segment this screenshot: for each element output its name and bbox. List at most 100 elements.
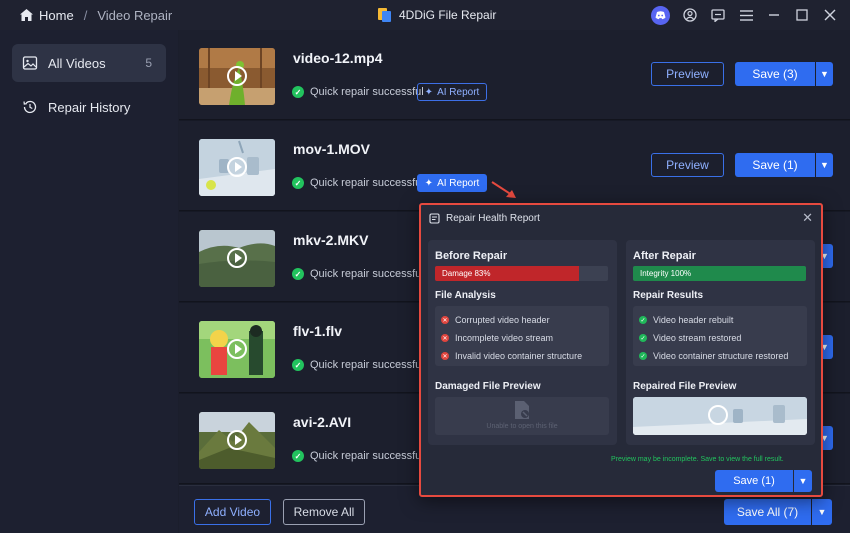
repair-health-report-dialog: Repair Health Report ✕ Before Repair Dam…	[419, 203, 823, 497]
save-all-dropdown-button[interactable]: ▼	[812, 499, 832, 525]
app-title-text: 4DDiG File Repair	[399, 8, 497, 22]
play-icon[interactable]	[227, 430, 247, 450]
repair-status-text: Quick repair successful	[310, 450, 424, 462]
list-item-text: Video stream restored	[653, 333, 742, 343]
damaged-file-preview: Unable to open this file	[435, 397, 609, 435]
callout-arrow-icon	[491, 181, 516, 198]
error-icon: ✕	[441, 334, 449, 342]
breadcrumb-separator: /	[83, 7, 88, 23]
repair-status: ✓ Quick repair successful	[292, 450, 424, 462]
add-video-button[interactable]: Add Video	[194, 499, 271, 525]
section-title: File Analysis	[435, 290, 496, 301]
preview-note: Preview may be incomplete. Save to view …	[611, 456, 784, 463]
history-icon	[23, 100, 37, 114]
repair-status: ✓ Quick repair successful	[292, 86, 424, 98]
minimize-icon[interactable]	[766, 7, 782, 23]
dialog-title: Repair Health Report	[446, 213, 540, 224]
list-item: ✓ Video stream restored	[639, 329, 807, 347]
video-thumbnail[interactable]	[199, 230, 275, 287]
app-title: 4DDiG File Repair	[377, 0, 496, 30]
breadcrumb: Home / Video Repair	[0, 8, 172, 23]
video-thumbnail[interactable]	[199, 139, 275, 196]
video-count-badge: 5	[145, 56, 152, 70]
save-dropdown-button[interactable]: ▼	[816, 62, 833, 86]
section-title: Repaired File Preview	[633, 381, 737, 392]
list-item-text: Video header rebuilt	[653, 315, 734, 325]
ai-report-button[interactable]: ✦ AI Report	[417, 83, 487, 101]
account-icon[interactable]	[682, 7, 698, 23]
repair-status-text: Quick repair successful	[310, 359, 424, 371]
report-save-dropdown-button[interactable]: ▼	[794, 470, 812, 492]
section-title: Repair Results	[633, 290, 704, 301]
video-file-name: video-12.mp4	[293, 50, 383, 66]
close-icon[interactable]	[822, 7, 838, 23]
chevron-down-icon: ▼	[820, 160, 829, 170]
integrity-bar-fill: Integrity 100%	[633, 266, 806, 281]
list-item: ✕ Invalid video container structure	[441, 347, 609, 365]
preview-button[interactable]: Preview	[651, 153, 724, 177]
play-icon[interactable]	[227, 339, 247, 359]
ai-report-label: AI Report	[437, 86, 480, 98]
unable-to-open-text: Unable to open this file	[486, 423, 558, 430]
discord-icon[interactable]	[651, 5, 670, 25]
integrity-bar-label: Integrity 100%	[640, 269, 692, 278]
save-dropdown-button[interactable]: ▼	[816, 153, 833, 177]
success-check-icon: ✓	[292, 268, 304, 280]
play-icon[interactable]	[227, 157, 247, 177]
success-check-icon: ✓	[292, 86, 304, 98]
video-thumbnail[interactable]	[199, 321, 275, 378]
report-save-button[interactable]: Save (1)	[715, 470, 793, 492]
remove-all-button[interactable]: Remove All	[283, 499, 365, 525]
sidebar-item-label: All Videos	[48, 55, 106, 71]
breadcrumb-home[interactable]: Home	[39, 8, 74, 23]
save-button[interactable]: Save (1)	[735, 153, 815, 177]
play-icon[interactable]	[708, 405, 728, 425]
video-row: video-12.mp4 ✓ Quick repair successful ✦…	[179, 30, 850, 120]
ai-report-button[interactable]: ✦ AI Report	[417, 174, 487, 192]
list-item: ✕ Incomplete video stream	[441, 329, 609, 347]
chevron-down-icon: ▼	[798, 476, 808, 486]
video-file-name: mkv-2.MKV	[293, 232, 369, 248]
chevron-down-icon: ▼	[817, 507, 827, 517]
repaired-file-preview[interactable]	[633, 397, 807, 435]
sidebar-item-repair-history[interactable]: Repair History	[12, 88, 166, 126]
repair-status: ✓ Quick repair successful	[292, 177, 424, 189]
error-icon: ✕	[441, 316, 449, 324]
broken-file-icon	[515, 401, 529, 419]
play-icon[interactable]	[227, 66, 247, 86]
list-item: ✕ Corrupted video header	[441, 311, 609, 329]
panel-title: After Repair	[633, 250, 696, 262]
repair-status-text: Quick repair successful	[310, 177, 424, 189]
success-check-icon: ✓	[292, 359, 304, 371]
sidebar-item-all-videos[interactable]: All Videos 5	[12, 44, 166, 82]
image-icon	[22, 56, 38, 70]
home-icon[interactable]	[20, 9, 33, 21]
save-button[interactable]: Save (3)	[735, 62, 815, 86]
play-icon[interactable]	[227, 248, 247, 268]
report-icon	[429, 213, 440, 224]
damage-bar: Damage 83%	[435, 266, 608, 281]
menu-icon[interactable]	[738, 7, 754, 23]
after-repair-panel: After Repair Integrity 100% Repair Resul…	[626, 240, 815, 445]
success-check-icon: ✓	[292, 177, 304, 189]
sparkle-icon: ✦	[424, 177, 434, 189]
feedback-icon[interactable]	[710, 7, 726, 23]
list-item-text: Corrupted video header	[455, 315, 550, 325]
list-item-text: Incomplete video stream	[455, 333, 554, 343]
success-check-icon: ✓	[639, 352, 647, 360]
title-bar: Home / Video Repair 4DDiG File Repair	[0, 0, 850, 30]
video-thumbnail[interactable]	[199, 412, 275, 469]
video-file-name: flv-1.flv	[293, 323, 343, 339]
list-item: ✓ Video header rebuilt	[639, 311, 807, 329]
maximize-icon[interactable]	[794, 7, 810, 23]
breadcrumb-current: Video Repair	[97, 7, 173, 23]
video-thumbnail[interactable]	[199, 48, 275, 105]
save-all-button[interactable]: Save All (7)	[724, 499, 811, 525]
repair-status: ✓ Quick repair successful	[292, 268, 424, 280]
preview-button[interactable]: Preview	[651, 62, 724, 86]
damage-bar-fill: Damage 83%	[435, 266, 579, 281]
panel-title: Before Repair	[435, 250, 508, 262]
sidebar: All Videos 5 Repair History	[0, 30, 178, 533]
close-icon[interactable]: ✕	[802, 210, 813, 226]
section-title: Damaged File Preview	[435, 381, 541, 392]
